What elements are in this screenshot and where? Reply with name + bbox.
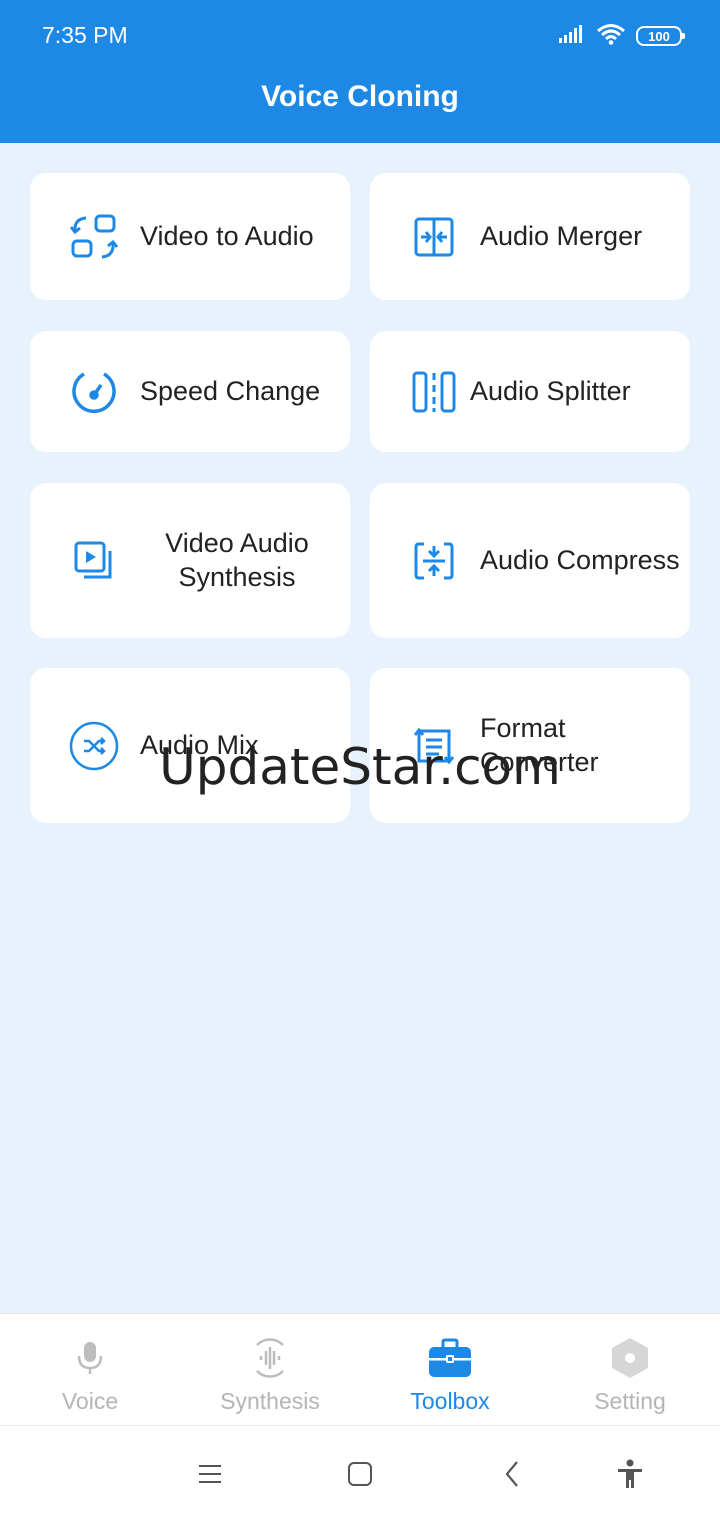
tool-label: Format Converter bbox=[480, 712, 599, 777]
settings-hexagon-icon bbox=[608, 1336, 652, 1380]
tool-label: Video Audio Synthesis bbox=[165, 527, 309, 592]
home-icon[interactable] bbox=[342, 1456, 378, 1492]
tool-speed-change[interactable]: Speed Change bbox=[30, 331, 350, 452]
tool-audio-compress[interactable]: Audio Compress bbox=[370, 483, 690, 638]
nav-label: Toolbox bbox=[410, 1388, 490, 1414]
tool-audio-splitter[interactable]: Audio Splitter bbox=[370, 331, 690, 452]
status-icons: 100 bbox=[558, 23, 685, 50]
merge-icon bbox=[408, 211, 460, 263]
tool-video-audio-synthesis[interactable]: Video Audio Synthesis bbox=[30, 483, 350, 638]
wifi-icon bbox=[596, 23, 626, 50]
tool-label: Speed Change bbox=[140, 375, 321, 406]
status-bar: 7:35 PM 100 bbox=[0, 0, 720, 70]
system-nav bbox=[0, 1425, 720, 1520]
shuffle-icon bbox=[68, 720, 120, 772]
tool-audio-merger[interactable]: Audio Merger bbox=[370, 173, 690, 300]
tool-label: Audio Splitter bbox=[470, 375, 631, 406]
split-icon bbox=[408, 366, 460, 418]
nav-item-voice[interactable]: Voice bbox=[0, 1314, 180, 1426]
tool-video-to-audio[interactable]: Video to Audio bbox=[30, 173, 350, 300]
microphone-icon bbox=[68, 1336, 112, 1380]
page-title: Voice Cloning bbox=[261, 80, 459, 113]
nav-item-synthesis[interactable]: Synthesis bbox=[180, 1314, 360, 1426]
compress-icon bbox=[408, 535, 460, 587]
tool-audio-mix[interactable]: Audio Mix bbox=[30, 668, 350, 823]
nav-item-setting[interactable]: Setting bbox=[540, 1314, 720, 1426]
waveform-icon bbox=[248, 1336, 292, 1380]
app-header: 7:35 PM 100 Voice Cloning bbox=[0, 0, 720, 143]
menu-icon[interactable] bbox=[192, 1456, 228, 1492]
tool-label: Audio Mix bbox=[140, 729, 259, 760]
status-time: 7:35 PM bbox=[42, 22, 128, 48]
nav-label: Synthesis bbox=[220, 1388, 320, 1414]
tool-label: Audio Merger bbox=[480, 220, 643, 251]
format-convert-icon bbox=[408, 720, 460, 772]
accessibility-icon[interactable] bbox=[612, 1456, 648, 1492]
signal-icon bbox=[558, 24, 586, 49]
battery-icon: 100 bbox=[636, 26, 685, 46]
nav-label: Setting bbox=[594, 1388, 666, 1414]
tool-format-converter[interactable]: Format Converter bbox=[370, 668, 690, 823]
bottom-nav: Voice Synthesis Toolbox Setting bbox=[0, 1313, 720, 1425]
tool-label: Video to Audio bbox=[140, 220, 314, 251]
tool-label: Audio Compress bbox=[480, 544, 680, 575]
nav-item-toolbox[interactable]: Toolbox bbox=[360, 1314, 540, 1426]
video-to-audio-icon bbox=[68, 211, 120, 263]
back-icon[interactable] bbox=[494, 1456, 530, 1492]
toolbox-icon bbox=[428, 1336, 472, 1380]
nav-label: Voice bbox=[61, 1388, 119, 1414]
video-play-icon bbox=[68, 535, 120, 587]
speedometer-icon bbox=[68, 366, 120, 418]
